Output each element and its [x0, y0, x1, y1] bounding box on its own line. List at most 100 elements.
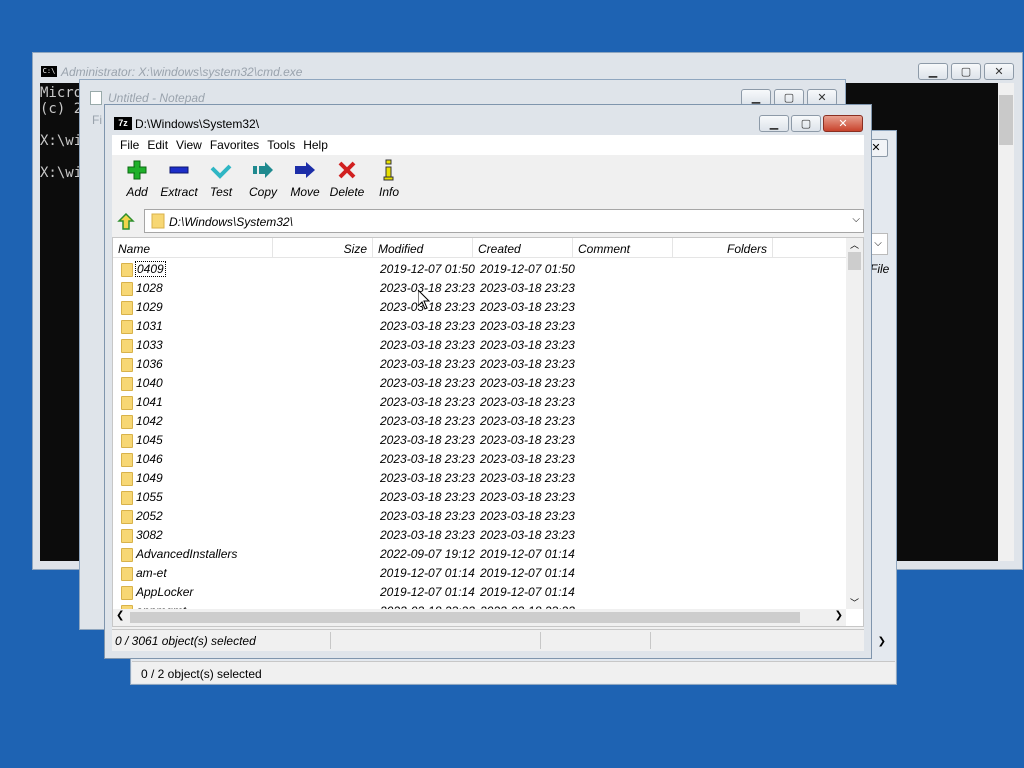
- file-list[interactable]: Name Size Modified Created Comment Folde…: [112, 237, 864, 627]
- file-name: 1033: [136, 338, 163, 352]
- column-header-created[interactable]: Created: [473, 238, 573, 258]
- cmd-scrollbar[interactable]: [998, 83, 1014, 561]
- file-modified: 2023-03-18 23:23: [380, 471, 475, 485]
- sevenzip-close-button[interactable]: ✕: [823, 115, 863, 132]
- table-row[interactable]: 1033 2023-03-18 23:23 2023-03-18 23:23: [113, 336, 846, 355]
- scroll-down-icon[interactable]: ﹀: [846, 596, 863, 609]
- column-header-size[interactable]: Size: [273, 238, 373, 258]
- column-header-folders[interactable]: Folders: [673, 238, 773, 258]
- menu-help[interactable]: Help: [303, 135, 336, 155]
- table-row[interactable]: 0409 2019-12-07 01:50 2019-12-07 01:50: [113, 260, 846, 279]
- table-row[interactable]: 3082 2023-03-18 23:23 2023-03-18 23:23: [113, 526, 846, 545]
- file-modified: 2023-03-18 23:23: [380, 452, 475, 466]
- notepad-menu-file[interactable]: Fi: [92, 113, 102, 127]
- table-row[interactable]: 1046 2023-03-18 23:23 2023-03-18 23:23: [113, 450, 846, 469]
- column-header-modified[interactable]: Modified: [373, 238, 473, 258]
- menu-view[interactable]: View: [176, 135, 210, 155]
- file-name: 1041: [136, 395, 163, 409]
- table-row[interactable]: 1045 2023-03-18 23:23 2023-03-18 23:23: [113, 431, 846, 450]
- cmd-close-button[interactable]: ✕: [984, 63, 1014, 80]
- table-row[interactable]: 1031 2023-03-18 23:23 2023-03-18 23:23: [113, 317, 846, 336]
- sevenzip-minimize-button[interactable]: ▁: [759, 115, 789, 132]
- sevenzip-window[interactable]: 7z D:\Windows\System32\ ▁ ▢ ✕ File Edit …: [104, 104, 872, 659]
- menu-file[interactable]: File: [120, 135, 147, 155]
- table-row[interactable]: 1028 2023-03-18 23:23 2023-03-18 23:23: [113, 279, 846, 298]
- file-modified: 2023-03-18 23:23: [380, 414, 475, 428]
- add-button[interactable]: Add: [116, 155, 158, 207]
- table-row[interactable]: 1041 2023-03-18 23:23 2023-03-18 23:23: [113, 393, 846, 412]
- file-rows: 0409 2019-12-07 01:50 2019-12-07 01:50 1028…: [113, 260, 846, 621]
- cmd-scroll-thumb[interactable]: [999, 95, 1013, 145]
- move-button[interactable]: Move: [284, 155, 326, 207]
- table-row[interactable]: am-et 2019-12-07 01:14 2019-12-07 01:14: [113, 564, 846, 583]
- table-row[interactable]: 1055 2023-03-18 23:23 2023-03-18 23:23: [113, 488, 846, 507]
- address-text: D:\Windows\System32\: [169, 215, 293, 229]
- horizontal-scrollbar[interactable]: ❮ ❯: [113, 609, 846, 626]
- check-icon: [210, 159, 232, 181]
- file-created: 2023-03-18 23:23: [480, 281, 575, 295]
- folder-icon: [121, 491, 133, 505]
- add-label: Add: [126, 185, 148, 199]
- menu-tools[interactable]: Tools: [267, 135, 303, 155]
- delete-x-icon: [336, 159, 358, 181]
- folder-icon: [121, 320, 133, 334]
- folder-icon: [121, 415, 133, 429]
- folder-icon: [121, 282, 133, 296]
- column-header-fragment: File: [870, 262, 890, 276]
- file-name: 1028: [136, 281, 163, 295]
- file-name: 1045: [136, 433, 163, 447]
- file-created: 2023-03-18 23:23: [480, 357, 575, 371]
- status-separator: [650, 632, 651, 649]
- column-header-name[interactable]: Name: [113, 238, 273, 258]
- file-modified: 2023-03-18 23:23: [380, 338, 475, 352]
- sevenzip-app-icon: 7z: [114, 117, 132, 130]
- horizontal-scroll-thumb[interactable]: [130, 612, 800, 623]
- copy-button[interactable]: Copy: [242, 155, 284, 207]
- table-row[interactable]: AdvancedInstallers 2022-09-07 19:12 2019-1…: [113, 545, 846, 564]
- delete-button[interactable]: Delete: [326, 155, 368, 207]
- file-name: 1029: [136, 300, 163, 314]
- folder-icon: [121, 510, 133, 524]
- file-created: 2023-03-18 23:23: [480, 395, 575, 409]
- table-row[interactable]: 2052 2023-03-18 23:23 2023-03-18 23:23: [113, 507, 846, 526]
- table-row[interactable]: 1049 2023-03-18 23:23 2023-03-18 23:23: [113, 469, 846, 488]
- table-row[interactable]: AppLocker 2019-12-07 01:14 2019-12-07 01:1…: [113, 583, 846, 602]
- cmd-titlebar[interactable]: C:\ Administrator: X:\windows\system32\c…: [33, 53, 1022, 81]
- table-row[interactable]: 1040 2023-03-18 23:23 2023-03-18 23:23: [113, 374, 846, 393]
- sevenzip-title: D:\Windows\System32\: [135, 117, 260, 131]
- cmd-maximize-button[interactable]: ▢: [951, 63, 981, 80]
- test-button[interactable]: Test: [200, 155, 242, 207]
- menu-favorites[interactable]: Favorites: [210, 135, 267, 155]
- move-label: Move: [290, 185, 320, 199]
- file-created: 2019-12-07 01:14: [480, 547, 575, 561]
- column-header-comment[interactable]: Comment: [573, 238, 673, 258]
- menu-edit[interactable]: Edit: [147, 135, 176, 155]
- address-bar: D:\Windows\System32\ ⌵: [112, 209, 864, 235]
- table-row[interactable]: 1036 2023-03-18 23:23 2023-03-18 23:23: [113, 355, 846, 374]
- scroll-left-icon[interactable]: ❮: [116, 610, 124, 621]
- info-button[interactable]: Info: [368, 155, 410, 207]
- file-modified: 2019-12-07 01:50: [380, 262, 475, 276]
- file-name: 1046: [136, 452, 163, 466]
- extract-label: Extract: [160, 185, 198, 199]
- vertical-scroll-thumb[interactable]: [848, 252, 861, 270]
- scroll-right-icon[interactable]: ❯: [835, 610, 843, 621]
- extract-button[interactable]: Extract: [158, 155, 200, 207]
- sevenzip-maximize-button[interactable]: ▢: [791, 115, 821, 132]
- address-input[interactable]: D:\Windows\System32\ ⌵: [144, 209, 864, 233]
- file-modified: 2023-03-18 23:23: [380, 357, 475, 371]
- scroll-right-icon[interactable]: ❯: [878, 636, 886, 647]
- file-created: 2023-03-18 23:23: [480, 414, 575, 428]
- file-created: 2023-03-18 23:23: [480, 490, 575, 504]
- table-row[interactable]: 1042 2023-03-18 23:23 2023-03-18 23:23: [113, 412, 846, 431]
- chevron-down-icon[interactable]: ⌵: [852, 214, 860, 225]
- file-name: 1055: [136, 490, 163, 504]
- table-row[interactable]: 1029 2023-03-18 23:23 2023-03-18 23:23: [113, 298, 846, 317]
- scroll-up-icon[interactable]: ︿: [846, 238, 863, 251]
- vertical-scrollbar[interactable]: ︿ ﹀: [846, 238, 863, 609]
- folder-icon: [151, 213, 165, 232]
- cmd-minimize-button[interactable]: ▁: [918, 63, 948, 80]
- up-folder-button[interactable]: [115, 211, 137, 233]
- file-created: 2023-03-18 23:23: [480, 300, 575, 314]
- info-icon: [378, 159, 400, 181]
